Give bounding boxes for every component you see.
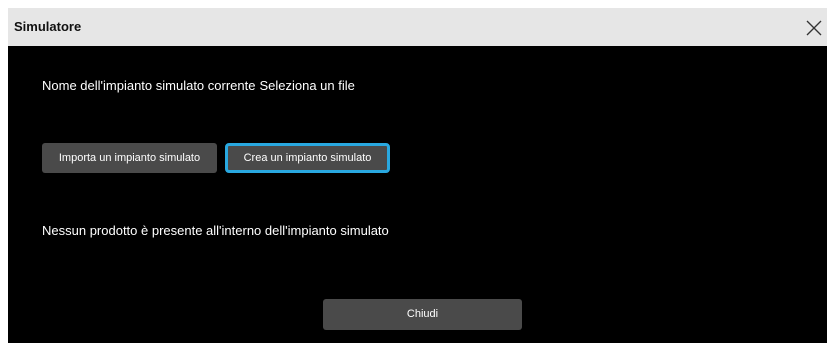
- empty-products-message: Nessun prodotto è presente all'interno d…: [42, 223, 389, 238]
- dialog-title-bar: Simulatore: [8, 8, 827, 46]
- import-simulated-plant-button[interactable]: Importa un impianto simulato: [42, 143, 217, 173]
- close-button[interactable]: Chiudi: [323, 299, 522, 330]
- simulator-dialog: Simulatore Nome dell'impianto simulato c…: [8, 8, 827, 343]
- current-plant-line: Nome dell'impianto simulato corrente Sele…: [42, 78, 355, 93]
- current-plant-label: Nome dell'impianto simulato corrente: [42, 78, 256, 93]
- close-icon[interactable]: [801, 15, 827, 41]
- create-simulated-plant-button[interactable]: Crea un impianto simulato: [225, 143, 390, 173]
- dialog-title: Simulatore: [14, 19, 82, 34]
- current-plant-value: Seleziona un file: [259, 78, 355, 93]
